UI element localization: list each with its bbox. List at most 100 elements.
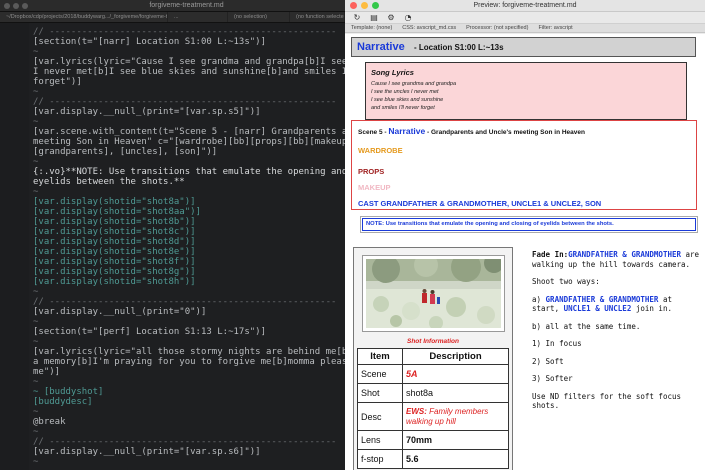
code-line[interactable]: ~ — [0, 457, 345, 467]
code-line[interactable]: ~ — [0, 337, 345, 347]
fade-in-paragraph: Fade In:GRANDFATHER & GRANDMOTHER are wa… — [532, 250, 702, 269]
scene-number: Scene 5 - — [358, 129, 387, 136]
code-text: [var.display(shotid="shot8c")] — [33, 227, 196, 237]
code-line[interactable]: @break — [0, 417, 345, 427]
code-text: // -------------------------------------… — [33, 97, 337, 107]
code-line[interactable]: [var.display.__null_(print="0")] — [0, 307, 345, 317]
code-line[interactable]: ~ — [0, 317, 345, 327]
settings-icon[interactable]: ⚙ — [387, 13, 395, 22]
code-line[interactable]: // -------------------------------------… — [0, 27, 345, 37]
code-line[interactable]: me")] — [0, 367, 345, 377]
shot-notes: Fade In:GRANDFATHER & GRANDMOTHER are wa… — [532, 250, 702, 419]
code-line[interactable]: ~ — [0, 157, 345, 167]
row-key: Shot — [357, 383, 403, 403]
function-menu[interactable]: (no function selected) — [290, 12, 345, 22]
code-line[interactable]: ~ — [0, 427, 345, 437]
code-line[interactable]: I never met[b]I see blue skies and sunsh… — [0, 67, 345, 77]
code-text: ~ — [33, 157, 39, 167]
css-status[interactable]: CSS: avscript_md.css — [402, 25, 456, 31]
path-breadcrumb[interactable]: ~/Dropbox/cdp/projects/2018/buddywarg...… — [0, 12, 168, 22]
code-text: {:.vo}**NOTE: Use transitions that emula… — [33, 167, 345, 177]
note-text: NOTE: Use transitions that emulate the o… — [366, 221, 614, 227]
code-text: ~ — [33, 47, 39, 57]
scene-heading: Scene 5 - Narrative - Grandparents and U… — [358, 126, 585, 136]
code-line[interactable]: ~ — [0, 377, 345, 387]
code-line[interactable]: [section(t="[narr] Location S1:00 L:~13s… — [0, 37, 345, 47]
editor-window: forgiveme-treatment.md ~/Dropbox/cdp/pro… — [0, 0, 345, 470]
lyric-line: I see the uncles I never met — [371, 89, 439, 95]
selection-menu[interactable]: (no selection) — [228, 12, 290, 22]
code-editor[interactable]: // -------------------------------------… — [0, 23, 345, 470]
code-line[interactable]: ~ — [0, 187, 345, 197]
code-line[interactable]: // -------------------------------------… — [0, 97, 345, 107]
section-header: Narrative - Location S1:00 L:~13s — [351, 37, 696, 57]
row-value: 5A — [402, 364, 509, 384]
template-status[interactable]: Template: (none) — [351, 25, 392, 31]
code-line[interactable]: meeting Son in Heaven" c="[wardrobe][bb]… — [0, 137, 345, 147]
code-line[interactable]: [var.lyrics(lyric="all those stormy nigh… — [0, 347, 345, 357]
code-line[interactable]: ~ — [0, 407, 345, 417]
shot-information-title: Shot Information — [407, 338, 459, 345]
song-lyrics-box: Song Lyrics Cause I see grandma and gran… — [365, 62, 687, 120]
code-line[interactable]: [var.display(shotid="shot8b")] — [0, 217, 345, 227]
code-line[interactable]: [var.display(shotid="shot8a")] — [0, 197, 345, 207]
table-row: f-stop 5.6 — [357, 449, 509, 469]
code-line[interactable]: ~ — [0, 87, 345, 97]
code-line[interactable]: [var.display(shotid="shot8aa")] — [0, 207, 345, 217]
code-text: meeting Son in Heaven" c="[wardrobe][bb]… — [33, 137, 345, 147]
code-line[interactable]: forget")] — [0, 77, 345, 87]
preview-titlebar: Preview: forgiveme-treatment.md — [345, 0, 705, 12]
filter-status[interactable]: Filter: avscript — [538, 25, 572, 31]
processor-status[interactable]: Processor: (not specified) — [466, 25, 528, 31]
code-line[interactable]: [var.display(shotid="shot8e")] — [0, 247, 345, 257]
code-text: [var.display(shotid="shot8b")] — [33, 217, 196, 227]
scene-narrative-label: Narrative — [388, 126, 426, 136]
table-row: Scene 5A — [357, 364, 509, 384]
code-line[interactable]: [var.display.__null_(print="[var.sp.s6]"… — [0, 447, 345, 457]
code-line[interactable]: // -------------------------------------… — [0, 297, 345, 307]
lyric-line: and smiles I'll never forget — [371, 105, 435, 111]
code-line[interactable]: [var.scene.with_content(t="Scene 5 - [na… — [0, 127, 345, 137]
code-line[interactable]: eyelids between the shots.** — [0, 177, 345, 187]
row-key: Lens — [357, 430, 403, 450]
code-line[interactable]: ~ [buddyshot] — [0, 387, 345, 397]
table-header-row: Item Description — [357, 348, 509, 365]
code-line[interactable]: // -------------------------------------… — [0, 437, 345, 447]
code-line[interactable]: [grandparents], [uncles], [son]")] — [0, 147, 345, 157]
code-line[interactable]: [var.display(shotid="shot8c")] — [0, 227, 345, 237]
close-icon[interactable] — [4, 2, 10, 9]
code-line[interactable]: [var.display(shotid="shot8d")] — [0, 237, 345, 247]
code-text: [var.display.__null_(print="0")] — [33, 307, 207, 317]
code-line[interactable]: ~ — [0, 47, 345, 57]
code-line[interactable]: {:.vo}**NOTE: Use transitions that emula… — [0, 167, 345, 177]
code-line[interactable]: [var.display(shotid="shot8h")] — [0, 277, 345, 287]
code-line[interactable]: [var.display(shotid="shot8f")] — [0, 257, 345, 267]
minimize-icon[interactable] — [13, 2, 19, 9]
refresh-icon[interactable]: ↻ — [353, 13, 361, 22]
cast-names: UNCLE1 & UNCLE2 — [563, 304, 632, 313]
code-text: [var.lyrics(lyric="all those stormy nigh… — [33, 347, 345, 357]
code-line[interactable]: a memory[b]I'm praying for you to forgiv… — [0, 357, 345, 367]
shot-card: Shot Information Item Description Scene … — [353, 247, 513, 470]
code-line[interactable]: [section(t="[perf] Location S1:13 L:~17s… — [0, 327, 345, 337]
code-text: me")] — [33, 367, 61, 377]
code-line[interactable]: ~ — [0, 287, 345, 297]
code-line[interactable]: [var.display(shotid="shot8g")] — [0, 267, 345, 277]
code-line[interactable]: [buddydesc] — [0, 397, 345, 407]
code-line[interactable]: [var.lyrics(lyric="Cause I see grandma a… — [0, 57, 345, 67]
focus-option: 2) Soft — [532, 356, 564, 366]
makeup-tag: MAKEUP — [358, 183, 391, 192]
cast-names: GRANDFATHER & GRANDMOTHER — [568, 250, 682, 259]
file-menu[interactable]: ... — [168, 12, 228, 22]
note-box: NOTE: Use transitions that emulate the o… — [360, 216, 698, 233]
code-line[interactable]: ~ — [0, 117, 345, 127]
document-icon[interactable]: ▤ — [370, 13, 378, 22]
code-text: ~ — [33, 287, 39, 297]
code-text: [grandparents], [uncles], [son]")] — [33, 147, 218, 157]
option-a-text: join in. — [631, 304, 672, 313]
code-text: ~ — [33, 187, 39, 197]
table-row: Lens 70mm — [357, 430, 509, 450]
code-line[interactable]: [var.display.__null_(print="[var.sp.s5]"… — [0, 107, 345, 117]
gauge-icon[interactable]: ◔ — [404, 13, 412, 22]
lyric-line: I see blue skies and sunshine — [371, 97, 444, 103]
